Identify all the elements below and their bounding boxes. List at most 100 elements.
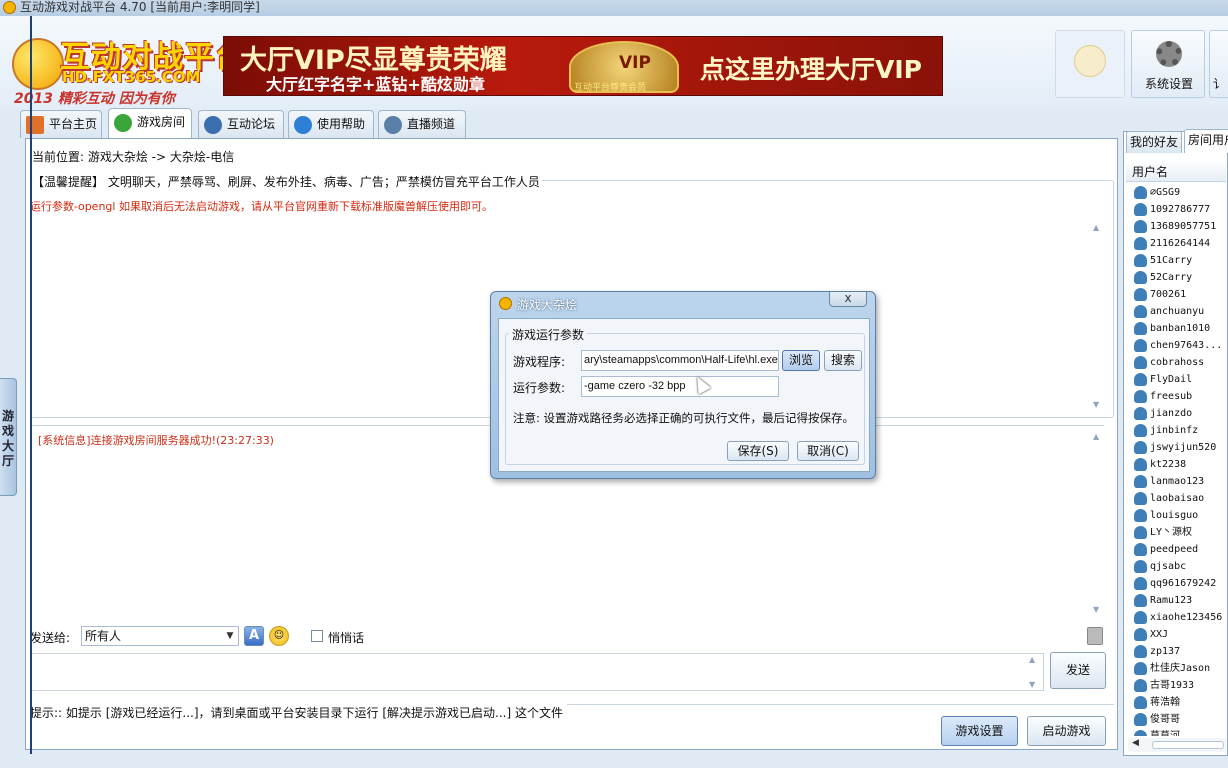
save-button[interactable]: 保存(S) [727, 441, 789, 461]
trash-icon[interactable] [1087, 627, 1103, 645]
user-list-item[interactable]: 杜佳庆Jason [1132, 660, 1228, 677]
user-avatar-icon [1134, 356, 1147, 369]
user-list-item[interactable]: 700261 [1132, 286, 1228, 303]
user-list-item[interactable]: zp137 [1132, 643, 1228, 660]
user-list-item[interactable]: ∅GSG9 [1132, 184, 1228, 201]
input-scrollbar[interactable]: ▲ ▼ [1027, 655, 1041, 689]
tab-help-label: 使用帮助 [317, 117, 366, 131]
user-list-item[interactable]: 52Carry [1132, 269, 1228, 286]
user-avatar-icon [1134, 475, 1147, 488]
tab-my-friends[interactable]: 我的好友 [1126, 131, 1182, 153]
user-avatar-icon [1134, 373, 1147, 386]
vip-emblem-text: VIP [619, 53, 651, 73]
scroll-thumb[interactable] [1152, 741, 1224, 749]
user-list-item[interactable]: XXJ [1132, 626, 1228, 643]
user-list-item[interactable]: 莫莫河 [1132, 728, 1228, 736]
scroll-up-icon[interactable]: ▲ [1093, 223, 1099, 232]
tab-live[interactable]: 直播频道 [378, 110, 466, 138]
user-list-hscroll[interactable]: ◀ [1128, 738, 1226, 752]
user-list-item[interactable]: freesub [1132, 388, 1228, 405]
logo-url: HD.FXT365.COM [62, 68, 201, 86]
user-name: jinbinfz [1150, 425, 1199, 436]
send-to-select[interactable]: 所有人 ▼ [81, 626, 239, 646]
game-settings-button[interactable]: 游戏设置 [941, 716, 1018, 746]
font-button[interactable]: A [244, 626, 264, 646]
scroll-up-icon[interactable]: ▲ [1093, 432, 1099, 441]
user-list-item[interactable]: 蒋浩翰 [1132, 694, 1228, 711]
params-input[interactable]: -game czero -32 bpp [581, 376, 779, 397]
user-list-item[interactable]: 俊哥哥 [1132, 711, 1228, 728]
app-icon [3, 1, 16, 14]
user-avatar-icon [1134, 628, 1147, 641]
user-list-item[interactable]: 2116264144 [1132, 235, 1228, 252]
user-avatar-icon [1134, 526, 1147, 539]
message-scrollbar[interactable]: ▲ ▼ [1091, 430, 1105, 616]
user-list-item[interactable]: qq961679242 [1132, 575, 1228, 592]
user-list-item[interactable]: xiaohe123456 [1132, 609, 1228, 626]
program-path-input[interactable]: ary\steamapps\common\Half-Life\hl.exe [581, 350, 779, 371]
tab-room-users[interactable]: 房间用户 [1184, 129, 1228, 153]
broadcast-icon [384, 116, 402, 134]
close-icon[interactable]: x [829, 292, 867, 307]
system-settings-button[interactable]: 系统设置 [1131, 30, 1205, 98]
user-list-item[interactable]: anchuanyu [1132, 303, 1228, 320]
user-list-item[interactable]: louisguo [1132, 507, 1228, 524]
user-name: 51Carry [1150, 255, 1193, 266]
user-name: LY丶源权 [1150, 527, 1193, 538]
user-list-item[interactable]: kt2238 [1132, 456, 1228, 473]
emoji-icon[interactable]: ☺ [269, 626, 289, 646]
tab-home[interactable]: 平台主页 [20, 110, 102, 138]
browse-button[interactable]: 浏览 [782, 350, 820, 371]
user-list-item[interactable]: chen97643... [1132, 337, 1228, 354]
scroll-up-icon[interactable]: ▲ [1029, 655, 1035, 664]
scroll-down-icon[interactable]: ▼ [1029, 680, 1035, 689]
user-list-item[interactable]: FlyDail [1132, 371, 1228, 388]
help-icon [294, 116, 312, 134]
user-list-item[interactable]: Ramu123 [1132, 592, 1228, 609]
username-column-header[interactable]: 用户名 [1126, 162, 1226, 182]
user-list-item[interactable]: jswyijun520 [1132, 439, 1228, 456]
vip-banner[interactable]: 大厅VIP尽显尊贵荣耀 大厅红字名字+蓝钻+酷炫勋章 VIP 互动平台尊贵会员 … [223, 36, 943, 96]
gear-icon [1156, 41, 1182, 67]
user-list-item[interactable]: qjsabc [1132, 558, 1228, 575]
user-list-item[interactable]: LY丶源权 [1132, 524, 1228, 541]
user-name: kt2238 [1150, 459, 1187, 470]
user-list-item[interactable]: jinbinfz [1132, 422, 1228, 439]
user-list-item[interactable]: banban1010 [1132, 320, 1228, 337]
user-name: 俊哥哥 [1150, 714, 1180, 725]
start-game-button[interactable]: 启动游戏 [1027, 716, 1106, 746]
header-button-partial[interactable]: 讠 [1209, 30, 1228, 98]
scroll-left-icon[interactable]: ◀ [1132, 738, 1139, 748]
user-list-item[interactable]: lanmao123 [1132, 473, 1228, 490]
user-list-item[interactable]: 古哥1933 [1132, 677, 1228, 694]
user-list-item[interactable]: jianzdo [1132, 405, 1228, 422]
whisper-checkbox[interactable] [311, 630, 323, 642]
send-to-value: 所有人 [85, 629, 122, 643]
announcement-scrollbar[interactable]: ▲ ▼ [1091, 221, 1105, 411]
chat-input[interactable]: ▲ ▼ [30, 653, 1044, 691]
user-name: jianzdo [1150, 408, 1193, 419]
tab-game-room[interactable]: 游戏房间 [108, 108, 192, 138]
send-button[interactable]: 发送 [1050, 652, 1106, 689]
user-list-item[interactable]: 51Carry [1132, 252, 1228, 269]
user-name: XXJ [1150, 629, 1169, 640]
mascot-button[interactable] [1055, 30, 1125, 98]
user-list-item[interactable]: cobrahoss [1132, 354, 1228, 371]
breadcrumb: 当前位置: 游戏大杂烩 -> 大杂烩-电信 [32, 150, 235, 164]
user-name: 古哥1933 [1150, 680, 1195, 691]
user-list-item[interactable]: 1092786777 [1132, 201, 1228, 218]
user-avatar-icon [1134, 662, 1147, 675]
user-list-item[interactable]: 13689057751 [1132, 218, 1228, 235]
user-list-item[interactable]: peedpeed [1132, 541, 1228, 558]
search-button[interactable]: 搜索 [824, 350, 862, 371]
cancel-button[interactable]: 取消(C) [797, 441, 859, 461]
tab-help[interactable]: 使用帮助 [288, 110, 374, 138]
system-message: [系统信息]连接游戏房间服务器成功!(23:27:33) [38, 434, 274, 447]
tab-forum[interactable]: 互动论坛 [198, 110, 284, 138]
scroll-down-icon[interactable]: ▼ [1093, 605, 1099, 614]
user-name: 13689057751 [1150, 221, 1217, 232]
scroll-down-icon[interactable]: ▼ [1093, 400, 1099, 409]
window-title: 互动游戏对战平台 4.70 [当前用户:李明同学] [20, 0, 260, 14]
side-tab-game-hall[interactable]: 游戏大厅 [0, 378, 17, 496]
user-list-item[interactable]: laobaisao [1132, 490, 1228, 507]
